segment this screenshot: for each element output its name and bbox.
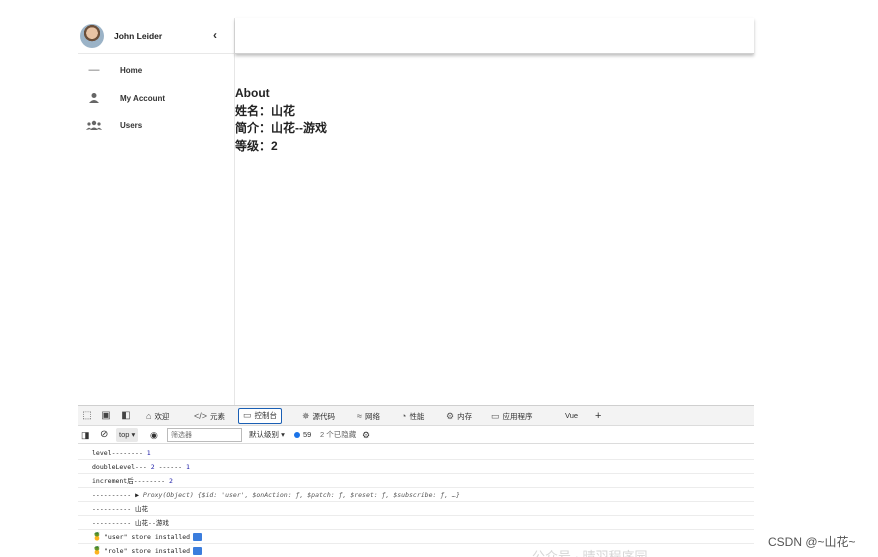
log-level-select[interactable]: 默认级别 ▾ [249, 428, 285, 442]
console-message[interactable]: ---------- ▶ Proxy(Object) {$id: 'user',… [78, 488, 754, 502]
about-page: About 姓名：山花 简介：山花--游戏 等级：2 [235, 85, 327, 155]
faded-watermark: 公众号 · 晴羽程序园 [532, 549, 648, 557]
chevron-left-icon[interactable]: ‹ [208, 28, 222, 42]
minus-icon: — [88, 64, 100, 76]
filter-input[interactable] [167, 428, 242, 442]
sidebar-item-label: My Account [120, 94, 166, 103]
gauge-icon: ◔ [401, 411, 407, 421]
console-icon: ▭ [243, 410, 252, 420]
name-line: 姓名：山花 [235, 103, 296, 118]
console-message: ---------- 山花 [78, 502, 754, 516]
application-icon: ▭ [491, 411, 500, 421]
clear-console-icon[interactable]: ⊘ [100, 428, 108, 442]
console-message: 🍍 "role" store installed [78, 544, 754, 557]
sidebar-item-label: Users [120, 121, 143, 130]
vue-devtools-badge-icon [193, 547, 203, 555]
sidebar-toggle-icon[interactable]: ◨ [81, 428, 90, 442]
page-title: About [235, 86, 270, 100]
intro-line: 简介：山花--游戏 [235, 121, 327, 135]
pinia-icon: 🍍 [92, 532, 102, 541]
settings-gear-icon[interactable]: ⚙ [362, 428, 370, 442]
level-line: 等级：2 [235, 138, 278, 153]
sidebar-item-label: Home [120, 66, 143, 75]
console-message: ---------- 山花--游戏 [78, 516, 754, 530]
dock-icon[interactable]: ◧ [119, 409, 133, 423]
message-count[interactable]: 59 [294, 428, 311, 442]
tab-application[interactable]: ▭ 应用程序 [491, 408, 533, 424]
user-name: John Leider [114, 31, 163, 41]
tab-vue[interactable]: Vue [565, 408, 578, 424]
tab-sources[interactable]: ✵ 源代码 [302, 408, 335, 424]
tab-performance[interactable]: ◔ 性能 [401, 408, 424, 424]
group-icon [86, 119, 102, 133]
bug-icon: ✵ [302, 411, 310, 421]
code-icon: </> [194, 411, 208, 421]
console-message: 🍍 "user" store installed [78, 530, 754, 544]
csdn-watermark: CSDN @~山花~ [768, 535, 856, 549]
sidebar-item-my-account[interactable]: My Account [78, 86, 235, 112]
app-bar [235, 18, 754, 54]
tab-elements[interactable]: </> 元素 [194, 408, 225, 424]
eye-icon[interactable]: ◉ [150, 428, 158, 442]
navigation-drawer: John Leider ‹ — Home My Account Users [78, 18, 235, 405]
console-message: level-------- 1 [78, 446, 754, 460]
hidden-count: 2 个已隐藏 [320, 430, 357, 439]
tab-network[interactable]: ≈ 网络 [357, 408, 380, 424]
memory-icon: ⚙ [446, 411, 455, 421]
tab-memory[interactable]: ⚙ 内存 [446, 408, 472, 424]
person-icon [86, 92, 102, 106]
sidebar-item-home[interactable]: — Home [78, 58, 235, 84]
context-select[interactable]: top ▾ [116, 428, 139, 442]
console-toolbar: ◨ ⊘ top ▾ ◉ 默认级别 ▾ 59 2 个已隐藏 ⚙ [78, 426, 754, 444]
vue-devtools-badge-icon [193, 533, 203, 541]
tab-welcome[interactable]: ⌂ 欢迎 [146, 408, 169, 424]
info-dot-icon [294, 432, 300, 439]
avatar [80, 24, 104, 48]
tab-console[interactable]: ▭ 控制台 [238, 408, 283, 424]
wifi-icon: ≈ [357, 411, 362, 421]
pinia-icon: 🍍 [92, 546, 102, 555]
inspect-icon[interactable]: ⬚ [80, 409, 94, 423]
device-toggle-icon[interactable]: ▣ [99, 409, 113, 423]
add-tab-icon[interactable]: + [595, 408, 601, 424]
user-row[interactable]: John Leider ‹ [78, 18, 235, 54]
console-message: increment后-------- 2 [78, 474, 754, 488]
proxy-object[interactable]: Proxy(Object) {$id: 'user', $onAction: ƒ… [143, 491, 460, 499]
devtools-tabbar: ⬚ ▣ ◧ ⌂ 欢迎 </> 元素 ▭ 控制台 ✵ 源代码 ≈ 网络 ◔ 性能 ⚙ 内存 ▭ 应… [78, 406, 754, 426]
devtools-panel: ⬚ ▣ ◧ ⌂ 欢迎 </> 元素 ▭ 控制台 ✵ 源代码 ≈ 网络 ◔ 性能 ⚙ 内存 ▭ 应… [78, 405, 754, 557]
sidebar-item-users[interactable]: Users [78, 113, 235, 139]
home-icon: ⌂ [146, 411, 152, 421]
console-message: doubleLevel--- 2 ------ 1 [78, 460, 754, 474]
expand-triangle-icon[interactable]: ▶ [135, 491, 139, 499]
